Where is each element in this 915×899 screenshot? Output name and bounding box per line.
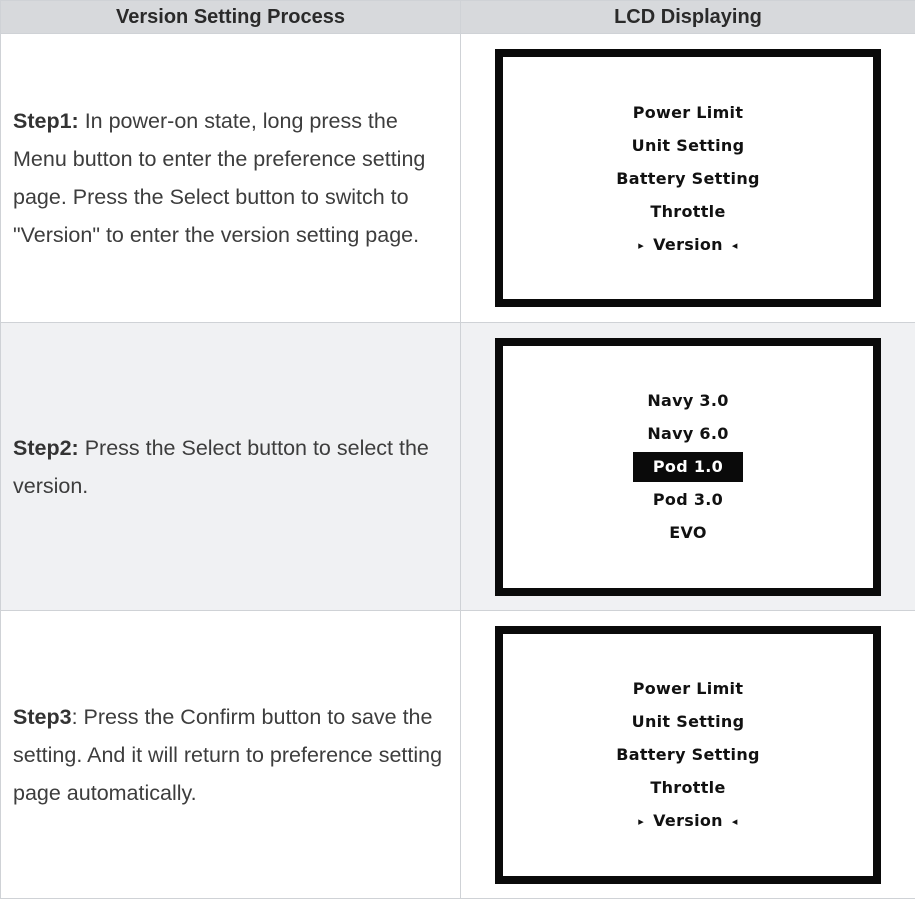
lcd-line: Battery Setting <box>616 738 760 771</box>
version-setting-table: Version Setting Process LCD Displaying S… <box>0 0 915 899</box>
lcd-line: Unit Setting <box>632 705 745 738</box>
table-row-step1: Step1: In power-on state, long press the… <box>1 34 915 323</box>
step2-lcd-cell: Navy 3.0 Navy 6.0 Pod 1.0 Pod 3.0 EVO <box>461 323 915 611</box>
lcd-screen: Power Limit Unit Setting Battery Setting… <box>495 626 881 884</box>
table-row-step2: Step2: Press the Select button to select… <box>1 323 915 611</box>
lcd-screen: Navy 3.0 Navy 6.0 Pod 1.0 Pod 3.0 EVO <box>495 338 881 596</box>
lcd-line: Power Limit <box>633 672 744 705</box>
step3-text: : Press the Confirm button to save the s… <box>13 705 442 805</box>
lcd-line: Navy 3.0 <box>647 384 728 417</box>
table-row-step3: Step3: Press the Confirm button to save … <box>1 611 915 899</box>
left-pointer-icon: ◂ <box>732 229 738 262</box>
left-pointer-icon: ◂ <box>732 805 738 838</box>
lcd-line-highlighted: Pod 1.0 <box>633 452 743 482</box>
lcd-line: Throttle <box>650 195 725 228</box>
step2-description: Step2: Press the Select button to select… <box>1 323 461 611</box>
lcd-line: Power Limit <box>633 96 744 129</box>
lcd-line: Navy 6.0 <box>647 417 728 450</box>
step3-label: Step3 <box>13 705 72 729</box>
header-process: Version Setting Process <box>1 1 461 34</box>
lcd-selected-label: Version <box>653 811 723 830</box>
right-pointer-icon: ▸ <box>638 229 644 262</box>
lcd-selected-label: Version <box>653 235 723 254</box>
step1-description: Step1: In power-on state, long press the… <box>1 34 461 323</box>
step3-description: Step3: Press the Confirm button to save … <box>1 611 461 899</box>
right-pointer-icon: ▸ <box>638 805 644 838</box>
lcd-line: EVO <box>669 516 707 549</box>
step1-label: Step1: <box>13 109 79 133</box>
lcd-line: Unit Setting <box>632 129 745 162</box>
lcd-screen: Power Limit Unit Setting Battery Setting… <box>495 49 881 307</box>
step2-label: Step2: <box>13 436 79 460</box>
lcd-line-selected: ▸ Version ◂ <box>638 804 737 837</box>
step3-lcd-cell: Power Limit Unit Setting Battery Setting… <box>461 611 915 899</box>
lcd-line: Battery Setting <box>616 162 760 195</box>
header-lcd: LCD Displaying <box>461 1 915 34</box>
step1-lcd-cell: Power Limit Unit Setting Battery Setting… <box>461 34 915 323</box>
table-header-row: Version Setting Process LCD Displaying <box>1 1 915 34</box>
lcd-line: Throttle <box>650 771 725 804</box>
lcd-line: Pod 3.0 <box>653 483 723 516</box>
lcd-line-selected: ▸ Version ◂ <box>638 228 737 261</box>
